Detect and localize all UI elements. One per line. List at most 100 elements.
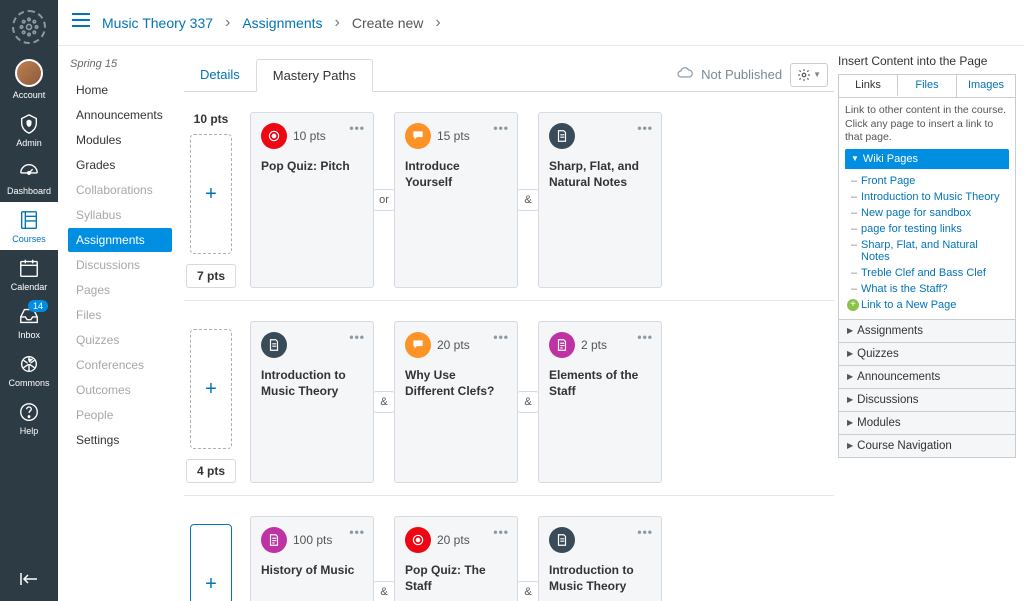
plus-icon: + xyxy=(847,299,859,311)
card-points: 15 pts xyxy=(437,129,470,143)
nav-calendar[interactable]: Calendar xyxy=(0,250,58,298)
card-title: Sharp, Flat, and Natural Notes xyxy=(549,159,651,190)
card-menu[interactable]: ••• xyxy=(349,525,365,539)
insert-panel: Insert Content into the Page Links Files… xyxy=(838,46,1024,601)
crumb-section[interactable]: Assignments xyxy=(242,15,322,31)
discussion-icon xyxy=(405,332,431,358)
coursenav-home[interactable]: Home xyxy=(68,78,172,102)
joiner-or[interactable]: or xyxy=(373,189,395,211)
crumb-course[interactable]: Music Theory 337 xyxy=(102,15,213,31)
card-menu[interactable]: ••• xyxy=(637,330,653,344)
card-menu[interactable]: ••• xyxy=(637,525,653,539)
wiki-header-label: Wiki Pages xyxy=(863,153,918,165)
path-card[interactable]: ••• Sharp, Flat, and Natural Notes xyxy=(538,112,662,288)
card-menu[interactable]: ••• xyxy=(637,121,653,135)
caret-down-icon: ▼ xyxy=(851,154,859,163)
caret-down-icon: ▼ xyxy=(813,70,821,79)
wiki-pages-header[interactable]: ▼ Wiki Pages xyxy=(845,149,1009,169)
caret-right-icon: ▶ xyxy=(847,395,853,404)
nav-dashboard[interactable]: Dashboard xyxy=(0,154,58,202)
path-card[interactable]: •••20 ptsPop Quiz: The Staff xyxy=(394,516,518,601)
joiner-&[interactable]: & xyxy=(517,391,539,413)
add-source[interactable]: + xyxy=(190,134,232,254)
coursenav-syllabus[interactable]: Syllabus xyxy=(68,203,172,227)
card-row: •••Introduction to Music Theory&•••20 pt… xyxy=(250,321,662,483)
tab-mastery-paths[interactable]: Mastery Paths xyxy=(256,59,373,92)
coursenav-grades[interactable]: Grades xyxy=(68,153,172,177)
joiner-&[interactable]: & xyxy=(517,189,539,211)
insert-section-assignments[interactable]: ▶Assignments xyxy=(838,320,1016,343)
coursenav-collaborations[interactable]: Collaborations xyxy=(68,178,172,202)
path-card[interactable]: •••15 ptsIntroduce Yourself xyxy=(394,112,518,288)
hamburger-icon[interactable] xyxy=(72,13,90,32)
link-new-page[interactable]: +Link to a New Page xyxy=(849,297,1009,313)
wiki-link[interactable]: New page for sandbox xyxy=(849,205,1009,221)
wiki-link[interactable]: What is the Staff? xyxy=(849,281,1009,297)
insert-tab-files[interactable]: Files xyxy=(898,75,957,97)
path-card[interactable]: •••20 ptsWhy Use Different Clefs? xyxy=(394,321,518,483)
insert-section-course-navigation[interactable]: ▶Course Navigation xyxy=(838,435,1016,458)
joiner-&[interactable]: & xyxy=(373,391,395,413)
collapse-rail[interactable] xyxy=(20,572,38,591)
crumb-current: Create new xyxy=(352,15,424,31)
coursenav-modules[interactable]: Modules xyxy=(68,128,172,152)
path-card[interactable]: ••• Introduction to Music Theory xyxy=(250,321,374,483)
card-title: Elements of the Staff xyxy=(549,368,651,399)
wiki-link[interactable]: Sharp, Flat, and Natural Notes xyxy=(849,237,1009,265)
insert-tab-links[interactable]: Links xyxy=(839,75,898,97)
app-logo[interactable] xyxy=(12,10,46,44)
wiki-link[interactable]: Introduction to Music Theory xyxy=(849,189,1009,205)
coursenav-people[interactable]: People xyxy=(68,403,172,427)
joiner-&[interactable]: & xyxy=(517,581,539,601)
joiner-&[interactable]: & xyxy=(373,581,395,601)
nav-courses[interactable]: Courses xyxy=(0,202,58,250)
coursenav-outcomes[interactable]: Outcomes xyxy=(68,378,172,402)
card-menu[interactable]: ••• xyxy=(493,330,509,344)
path-card[interactable]: ••• 100 pts History of Music xyxy=(250,516,374,601)
wiki-link[interactable]: page for testing links xyxy=(849,221,1009,237)
inbox-badge: 14 xyxy=(28,300,48,312)
path-card[interactable]: ••• Introduction to Music Theory xyxy=(538,516,662,601)
coursenav-files[interactable]: Files xyxy=(68,303,172,327)
card-title: History of Music xyxy=(261,563,363,579)
nav-admin[interactable]: Admin xyxy=(0,106,58,154)
tab-details[interactable]: Details xyxy=(184,59,256,90)
card-points: 10 pts xyxy=(293,129,326,143)
card-title: Introduction to Music Theory xyxy=(549,563,651,594)
nav-help[interactable]: Help xyxy=(0,394,58,442)
insert-tab-images[interactable]: Images xyxy=(957,75,1015,97)
add-source[interactable]: + xyxy=(190,329,232,449)
insert-section-discussions[interactable]: ▶Discussions xyxy=(838,389,1016,412)
nav-commons[interactable]: Commons xyxy=(0,346,58,394)
insert-section-announcements[interactable]: ▶Announcements xyxy=(838,366,1016,389)
insert-section-quizzes[interactable]: ▶Quizzes xyxy=(838,343,1016,366)
coursenav-conferences[interactable]: Conferences xyxy=(68,353,172,377)
coursenav-discussions[interactable]: Discussions xyxy=(68,253,172,277)
add-source[interactable]: + xyxy=(190,524,232,601)
insert-section-modules[interactable]: ▶Modules xyxy=(838,412,1016,435)
coursenav-pages[interactable]: Pages xyxy=(68,278,172,302)
range-points[interactable]: 7 pts xyxy=(186,264,236,288)
coursenav-quizzes[interactable]: Quizzes xyxy=(68,328,172,352)
card-menu[interactable]: ••• xyxy=(349,121,365,135)
wiki-link[interactable]: Front Page xyxy=(849,173,1009,189)
settings-button[interactable]: ▼ xyxy=(790,63,828,87)
mastery-row: 10 pts+7 pts•••10 ptsPop Quiz: Pitchor••… xyxy=(184,92,834,301)
card-menu[interactable]: ••• xyxy=(493,121,509,135)
card-menu[interactable]: ••• xyxy=(493,525,509,539)
card-points: 100 pts xyxy=(293,533,332,547)
coursenav-assignments[interactable]: Assignments xyxy=(68,228,172,252)
nav-account[interactable]: Account xyxy=(0,52,58,106)
coursenav-announcements[interactable]: Announcements xyxy=(68,103,172,127)
card-menu[interactable]: ••• xyxy=(349,330,365,344)
caret-right-icon: ▶ xyxy=(847,418,853,427)
wiki-link[interactable]: Treble Clef and Bass Clef xyxy=(849,265,1009,281)
nav-inbox[interactable]: 14 Inbox xyxy=(0,298,58,346)
card-title: Introduction to Music Theory xyxy=(261,368,363,399)
range-points[interactable]: 4 pts xyxy=(186,459,236,483)
path-card[interactable]: •••2 ptsElements of the Staff xyxy=(538,321,662,483)
path-card[interactable]: •••10 ptsPop Quiz: Pitch xyxy=(250,112,374,288)
course-nav: Spring 15 HomeAnnouncementsModulesGrades… xyxy=(58,46,180,601)
coursenav-settings[interactable]: Settings xyxy=(68,428,172,452)
term-label: Spring 15 xyxy=(70,58,180,70)
